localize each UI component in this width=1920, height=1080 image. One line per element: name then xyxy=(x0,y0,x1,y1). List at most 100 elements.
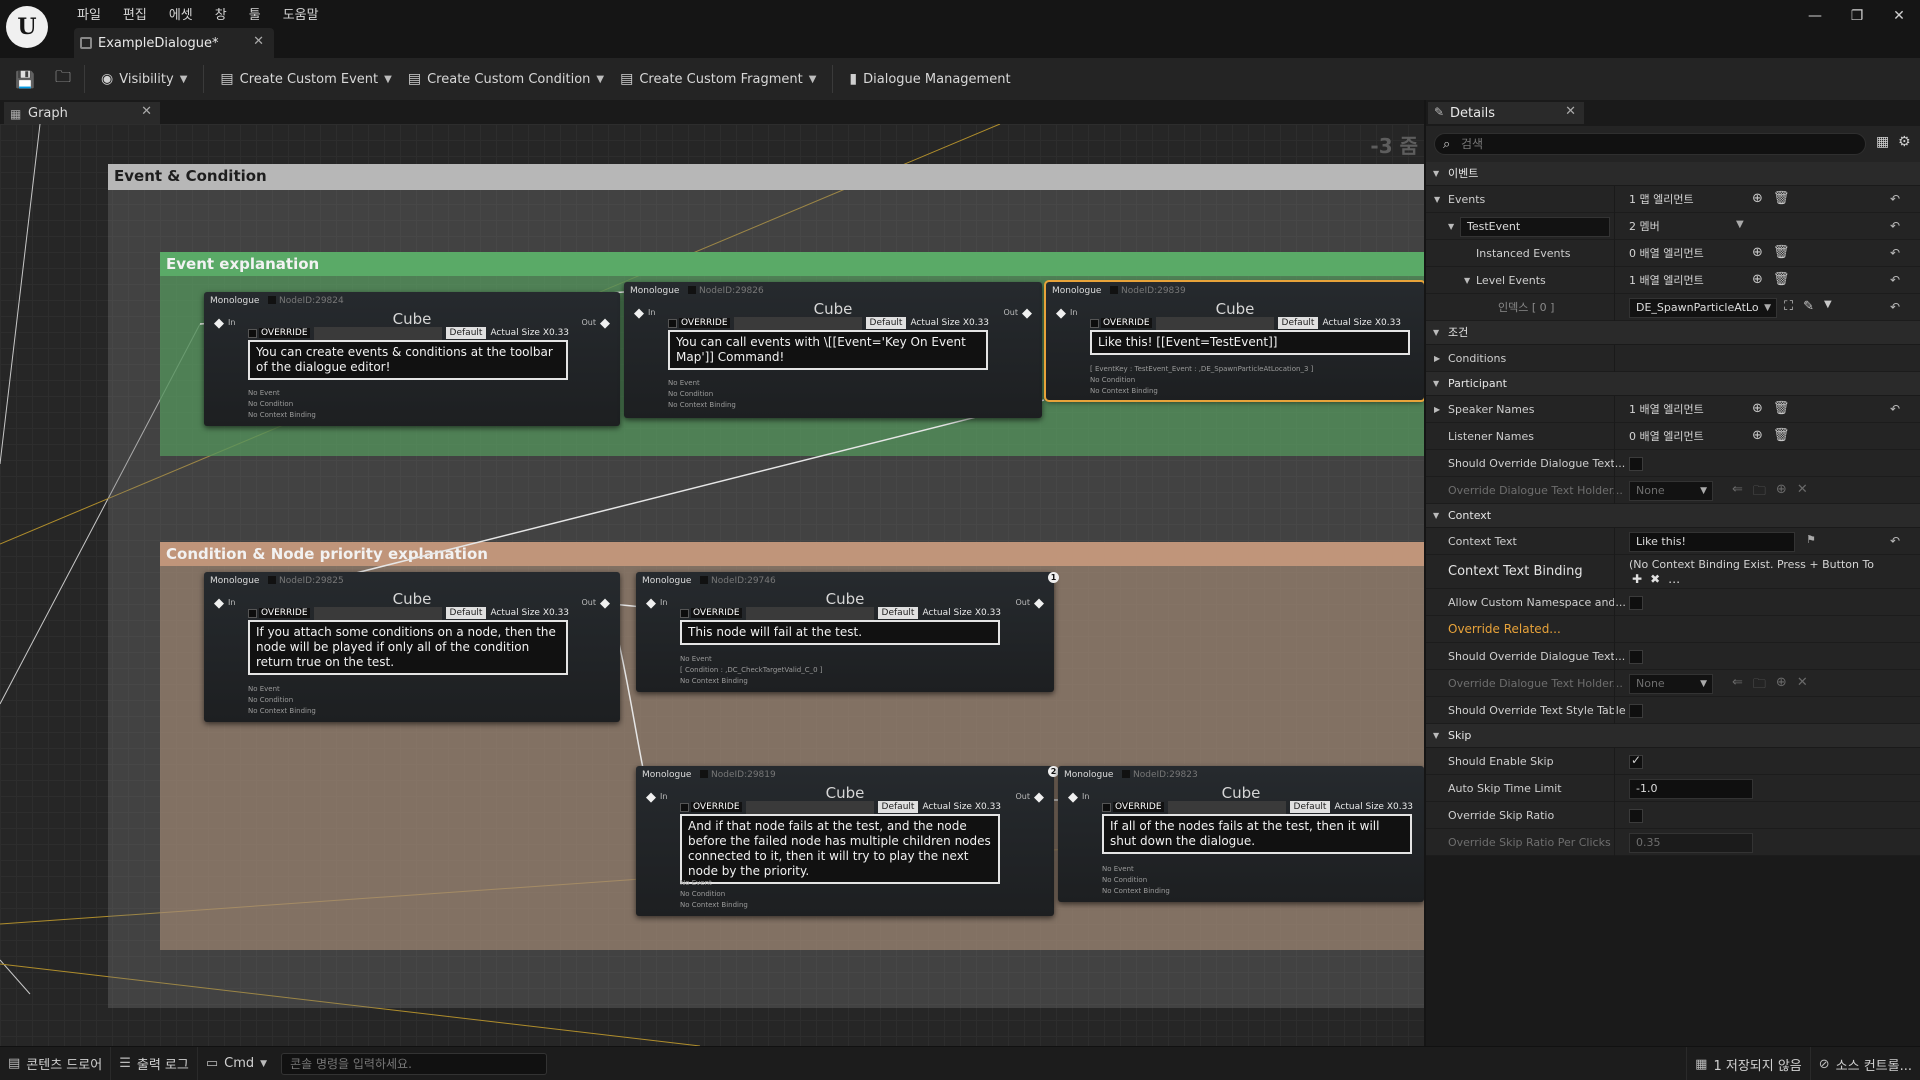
source-control-button[interactable]: ⊘ 소스 컨트롤... xyxy=(1811,1047,1920,1080)
clear-icon[interactable]: ✕ xyxy=(1797,675,1808,697)
node-dialogue-text[interactable]: If you attach some conditions on a node,… xyxy=(248,620,568,675)
monologue-node[interactable]: MonologueNodeID:29826 Cube In Out OVERRI… xyxy=(624,282,1042,418)
reset-icon[interactable]: ↶ xyxy=(1890,402,1900,416)
holder-dropdown[interactable]: None ▼ xyxy=(1629,674,1713,694)
menu-tools[interactable]: 툴 xyxy=(238,2,272,25)
close-icon[interactable]: ✕ xyxy=(253,34,264,49)
holder-dropdown[interactable]: None ▼ xyxy=(1629,481,1713,501)
close-icon[interactable]: ✕ xyxy=(1565,104,1576,119)
chevron-down-icon[interactable]: ▼ xyxy=(1736,219,1744,230)
reset-icon[interactable]: ↶ xyxy=(1890,192,1900,206)
node-dialogue-text[interactable]: You can call events with \[[Event='Key O… xyxy=(668,330,988,370)
menu-window[interactable]: 창 xyxy=(204,2,238,25)
details-tab[interactable]: ✎ Details ✕ xyxy=(1428,102,1584,124)
default-dropdown[interactable]: Default xyxy=(445,327,487,339)
output-pin[interactable]: Out xyxy=(1015,790,1044,805)
input-pin[interactable]: In xyxy=(1068,790,1089,805)
browse-icon[interactable]: 🗀 xyxy=(50,66,76,92)
search-input[interactable]: ⌕ 검색 xyxy=(1434,133,1866,155)
expand-arrow-icon[interactable]: ▶ xyxy=(1434,396,1440,423)
menu-help[interactable]: 도움말 xyxy=(272,2,330,25)
reset-icon[interactable]: ↶ xyxy=(1890,219,1900,233)
monologue-node[interactable]: MonologueNodeID:29823 Cube In OVERRIDEDe… xyxy=(1058,766,1424,902)
add-icon[interactable]: ⊕ xyxy=(1752,191,1763,206)
cmd-dropdown[interactable]: ▭ Cmd ▼ xyxy=(198,1047,275,1080)
default-dropdown[interactable]: Default xyxy=(445,607,487,619)
default-dropdown[interactable]: Default xyxy=(1289,801,1331,813)
chevron-down-icon[interactable]: ▼ xyxy=(1824,299,1832,314)
reset-icon[interactable]: ↶ xyxy=(1890,273,1900,287)
add-icon[interactable]: ⊕ xyxy=(1752,272,1763,287)
default-dropdown[interactable]: Default xyxy=(1277,317,1319,329)
override-checkbox[interactable] xyxy=(1090,318,1099,328)
input-pin[interactable]: In xyxy=(214,596,235,611)
minimize-button[interactable]: — xyxy=(1794,0,1836,32)
clear-icon[interactable]: ✕ xyxy=(1797,482,1808,504)
section-skip[interactable]: Skip xyxy=(1426,724,1920,748)
monologue-node[interactable]: MonologueNodeID:29824 Cube In Out OVERRI… xyxy=(204,292,620,426)
style-selector[interactable] xyxy=(745,606,874,620)
table-view-icon[interactable]: ▦ xyxy=(1876,134,1889,150)
create-custom-condition-button[interactable]: ▤ Create Custom Condition ▼ xyxy=(400,64,612,94)
create-custom-event-button[interactable]: ▤ Create Custom Event ▼ xyxy=(212,64,399,94)
node-dialogue-text[interactable]: You can create events & conditions at th… xyxy=(248,340,568,380)
use-selected-icon[interactable]: ⇐ xyxy=(1732,482,1743,504)
flag-icon[interactable]: ⚑ xyxy=(1806,533,1816,546)
add-icon[interactable]: ✚ xyxy=(1632,572,1642,586)
monologue-node-selected[interactable]: MonologueNodeID:29839 Cube In OVERRIDEDe… xyxy=(1044,280,1424,402)
default-dropdown[interactable]: Default xyxy=(877,607,919,619)
output-log-button[interactable]: ☰ 출력 로그 xyxy=(111,1046,198,1080)
browse-icon[interactable]: 🗀 xyxy=(1753,482,1766,504)
skip-ratio-input[interactable]: 0.35 xyxy=(1629,833,1753,853)
output-pin[interactable]: Out xyxy=(1003,306,1032,321)
trash-icon[interactable]: 🗑 xyxy=(1773,191,1790,206)
eyedropper-icon[interactable]: ✎ xyxy=(1803,299,1814,314)
style-selector[interactable] xyxy=(313,326,442,340)
node-dialogue-text[interactable]: Like this! [[Event=TestEvent]] xyxy=(1090,330,1410,355)
add-icon[interactable]: ⊕ xyxy=(1776,675,1787,697)
style-selector[interactable] xyxy=(1167,800,1286,814)
visibility-button[interactable]: ◉ Visibility ▼ xyxy=(93,64,195,94)
section-participant[interactable]: Participant xyxy=(1426,372,1920,396)
output-pin[interactable]: Out xyxy=(581,316,610,331)
override-checkbox[interactable] xyxy=(680,802,689,812)
browse-icon[interactable]: 🗀 xyxy=(1753,675,1766,697)
menu-edit[interactable]: 편집 xyxy=(112,2,158,25)
expand-arrow-icon[interactable]: ▼ xyxy=(1464,267,1470,294)
override-checkbox[interactable] xyxy=(248,328,257,338)
override-checkbox[interactable] xyxy=(248,608,257,618)
create-custom-fragment-button[interactable]: ▤ Create Custom Fragment ▼ xyxy=(612,64,824,94)
clear-icon[interactable]: ✖ xyxy=(1650,572,1660,586)
add-icon[interactable]: ⊕ xyxy=(1752,245,1763,260)
output-pin[interactable]: Out xyxy=(1015,596,1044,611)
node-dialogue-text[interactable]: This node will fail at the test. xyxy=(680,620,1000,645)
add-icon[interactable]: ⊕ xyxy=(1752,401,1763,416)
graph-tab[interactable]: ▦ Graph ✕ xyxy=(4,102,160,124)
override-checkbox[interactable] xyxy=(1102,802,1111,812)
context-text-input[interactable]: Like this! [[Event=TestEvent]] xyxy=(1629,532,1795,566)
style-selector[interactable] xyxy=(733,316,862,330)
trash-icon[interactable]: 🗑 xyxy=(1773,272,1790,287)
input-pin[interactable]: In xyxy=(646,790,667,805)
add-icon[interactable]: ⊕ xyxy=(1752,428,1763,443)
console-input[interactable]: 콘솔 명령을 입력하세요. xyxy=(281,1052,548,1075)
content-drawer-button[interactable]: ▤ 콘텐츠 드로어 xyxy=(0,1046,112,1080)
section-condition[interactable]: 조건 xyxy=(1426,321,1920,345)
expand-arrow-icon[interactable]: ▼ xyxy=(1448,213,1454,240)
dialogue-management-button[interactable]: ▮ Dialogue Management xyxy=(841,64,1018,94)
trash-icon[interactable]: 🗑 xyxy=(1773,245,1790,260)
monologue-node[interactable]: MonologueNodeID:29819 Cube In Out OVERRI… xyxy=(636,766,1054,916)
reset-icon[interactable]: ↶ xyxy=(1890,246,1900,260)
auto-skip-input[interactable]: -1.0 xyxy=(1629,779,1753,799)
expand-arrow-icon[interactable]: ▼ xyxy=(1434,186,1440,213)
input-pin[interactable]: In xyxy=(1056,306,1077,321)
input-pin[interactable]: In xyxy=(634,306,655,321)
monologue-node[interactable]: MonologueNodeID:29825 Cube In Out OVERRI… xyxy=(204,572,620,722)
checkbox[interactable] xyxy=(1629,704,1643,718)
menu-file[interactable]: 파일 xyxy=(66,2,112,25)
style-selector[interactable] xyxy=(745,800,874,814)
input-pin[interactable]: In xyxy=(214,316,235,331)
close-window-button[interactable]: ✕ xyxy=(1878,0,1920,32)
event-key-field[interactable]: TestEvent xyxy=(1460,217,1610,237)
event-class-dropdown[interactable]: DE_SpawnParticleAtLo ▼ xyxy=(1629,298,1777,318)
